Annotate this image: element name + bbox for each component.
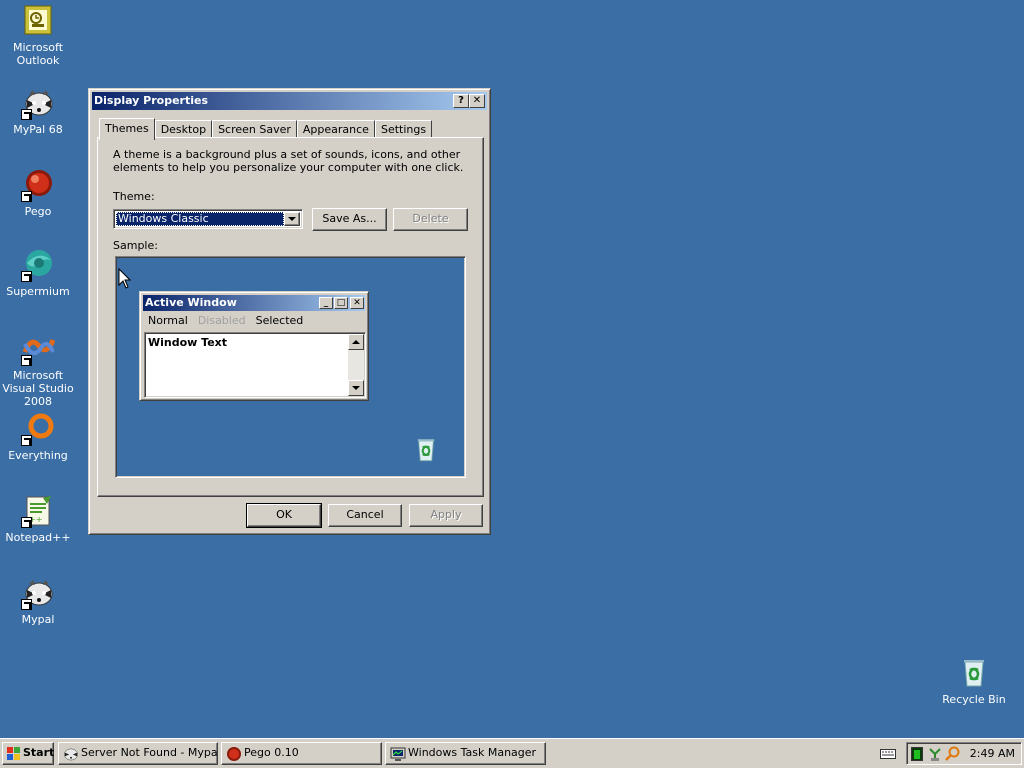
everything-icon	[21, 412, 55, 446]
sample-preview: Active Window _ □ ✕ Normal Disabled Sele…	[115, 256, 466, 478]
system-tray: 2:49 AM	[906, 742, 1022, 765]
close-icon: ✕	[350, 297, 364, 309]
desktop-icon-visual-studio[interactable]: Microsoft Visual Studio 2008	[0, 332, 78, 408]
tab-themes[interactable]: Themes	[99, 118, 155, 140]
desktop-icon-label: Recycle Bin	[942, 693, 1006, 706]
mypal-icon	[21, 576, 55, 610]
sample-menu-normal: Normal	[148, 314, 188, 327]
sample-menu-bar: Normal Disabled Selected	[143, 313, 308, 329]
task-manager-tray-icon[interactable]	[911, 747, 923, 761]
outlook-icon	[21, 4, 55, 38]
mouse-cursor-icon	[118, 268, 132, 289]
desktop-icon-supermium[interactable]: Supermium	[0, 248, 78, 298]
shortcut-arrow-icon	[21, 435, 32, 446]
dialog-title: Display Properties	[94, 94, 209, 107]
taskbar-item-mypal[interactable]: Server Not Found - Mypal	[58, 742, 218, 765]
desktop-icon-mypal[interactable]: Mypal	[0, 576, 78, 626]
desktop-icon-label: Pego	[24, 205, 52, 218]
mypal-icon	[64, 748, 78, 761]
desktop-icon-label: MyPal 68	[13, 123, 63, 136]
sample-text-area: Window Text	[144, 332, 366, 398]
sample-menu-disabled: Disabled	[197, 314, 246, 327]
desktop-icon-label: Mypal	[21, 613, 55, 626]
close-button[interactable]: ✕	[469, 94, 485, 108]
scroll-up-icon	[348, 334, 364, 350]
delete-button[interactable]: Delete	[393, 208, 468, 231]
theme-label: Theme:	[113, 190, 155, 203]
task-manager-icon	[390, 747, 406, 761]
desktop-icon-notepad-plus-plus[interactable]: ++ Notepad++	[0, 494, 78, 544]
desktop-icon-recycle-bin[interactable]: Recycle Bin	[934, 656, 1014, 706]
sample-window-text: Window Text	[148, 336, 228, 349]
start-label: Start	[23, 746, 55, 759]
sample-menu-selected: Selected	[255, 314, 304, 327]
desktop-icon-pego[interactable]: Pego	[0, 168, 78, 218]
windows-logo-icon	[7, 747, 20, 760]
help-button[interactable]: ?	[453, 94, 469, 108]
taskbar-item-task-manager[interactable]: Windows Task Manager	[385, 742, 546, 765]
mypal-icon	[21, 86, 55, 120]
themes-description: A theme is a background plus a set of so…	[113, 148, 464, 174]
dropdown-arrow-icon[interactable]	[284, 212, 300, 226]
sample-window: Active Window _ □ ✕ Normal Disabled Sele…	[139, 291, 369, 401]
dialog-titlebar[interactable]: Display Properties ? ✕	[92, 92, 487, 110]
shortcut-arrow-icon	[21, 599, 32, 610]
clock[interactable]: 2:49 AM	[970, 747, 1015, 760]
visual-studio-icon	[21, 332, 56, 366]
shortcut-arrow-icon	[21, 355, 32, 366]
themes-panel: A theme is a background plus a set of so…	[97, 137, 484, 497]
notepad-plus-plus-icon: ++	[21, 494, 55, 528]
shortcut-arrow-icon	[21, 517, 32, 528]
desktop-icon-label: Notepad++	[5, 531, 71, 544]
sample-scrollbar	[348, 334, 364, 396]
maximize-icon: □	[334, 297, 348, 309]
supermium-icon	[21, 248, 55, 282]
theme-select[interactable]: Windows Classic	[113, 209, 303, 229]
desktop-icon-mypal-68[interactable]: MyPal 68	[0, 86, 78, 136]
sample-window-title: Active Window _ □ ✕	[143, 295, 365, 311]
shortcut-arrow-icon	[21, 109, 32, 120]
taskbar-item-label: Pego 0.10	[244, 746, 299, 759]
apply-button[interactable]: Apply	[409, 504, 483, 527]
sample-window-title-text: Active Window	[145, 296, 237, 309]
pego-icon	[227, 747, 241, 761]
ok-button[interactable]: OK	[246, 503, 322, 528]
keyboard-icon[interactable]	[880, 747, 896, 759]
shortcut-arrow-icon	[21, 191, 32, 202]
save-as-button[interactable]: Save As...	[312, 208, 387, 231]
desktop-icon-label: Supermium	[6, 285, 70, 298]
desktop-icon-everything[interactable]: Everything	[0, 412, 78, 462]
taskbar: Start Server Not Found - Mypal Pego 0.10…	[0, 738, 1024, 768]
desktop-icon-label: Everything	[8, 449, 68, 462]
minimize-icon: _	[319, 297, 333, 309]
network-icon[interactable]	[927, 746, 943, 762]
shortcut-arrow-icon	[21, 271, 32, 282]
sample-label: Sample:	[113, 239, 158, 252]
cancel-button[interactable]: Cancel	[328, 504, 402, 527]
taskbar-item-label: Server Not Found - Mypal	[81, 746, 218, 759]
desktop-icon-label: Microsoft Visual Studio 2008	[2, 369, 74, 408]
display-properties-dialog: Display Properties ? ✕ Themes Desktop Sc…	[88, 88, 491, 535]
tab-strip: Themes Desktop Screen Saver Appearance S…	[97, 118, 433, 140]
desktop-icon-outlook[interactable]: Microsoft Outlook	[0, 4, 78, 67]
pego-icon	[21, 168, 55, 202]
search-icon[interactable]	[945, 746, 961, 762]
taskbar-item-pego[interactable]: Pego 0.10	[221, 742, 382, 765]
scroll-down-icon	[348, 380, 364, 396]
desktop-icon-label: Microsoft Outlook	[12, 41, 64, 67]
taskbar-item-label: Windows Task Manager	[408, 746, 537, 759]
sample-recycle-bin-icon	[412, 435, 440, 465]
recycle-bin-icon	[957, 656, 991, 690]
start-button[interactable]: Start	[2, 742, 54, 765]
theme-select-value: Windows Classic	[116, 212, 284, 226]
